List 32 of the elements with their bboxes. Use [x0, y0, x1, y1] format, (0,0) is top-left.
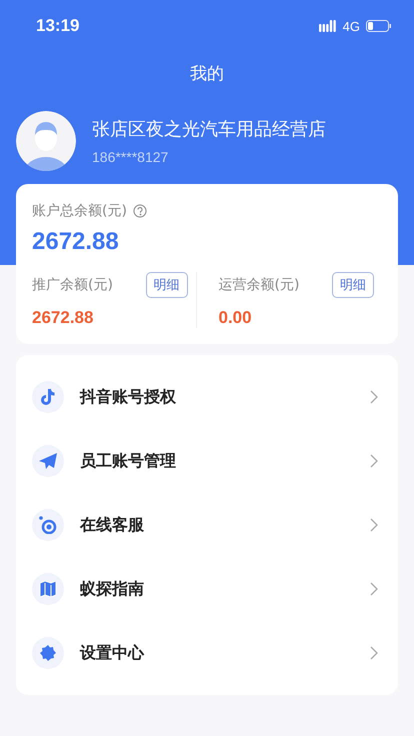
paper-plane-icon: [39, 453, 57, 469]
menu-item[interactable]: 抖音账号授权: [16, 365, 398, 429]
camera-eye-icon: [39, 516, 57, 534]
balance-label: 账户总余额(元): [32, 202, 127, 220]
menu-item[interactable]: 蚁探指南: [16, 557, 398, 621]
menu-item[interactable]: 员工账号管理: [16, 429, 398, 493]
help-icon[interactable]: [132, 204, 147, 218]
music-note-icon: [41, 389, 55, 405]
sub-balance-label: 运营余额(元): [218, 276, 300, 294]
phone-number: 186****8127: [92, 149, 170, 165]
chevron-right-icon: [370, 518, 378, 532]
menu-item[interactable]: 设置中心: [16, 621, 398, 685]
menu-item[interactable]: 在线客服: [16, 493, 398, 557]
sub-balance-amount: 0.00: [218, 308, 253, 328]
chevron-right-icon: [370, 646, 378, 660]
network-type: 4G: [342, 18, 360, 34]
page-title: 我的: [189, 63, 225, 86]
sub-balance-amount: 2672.88: [32, 308, 94, 328]
store-name: 张店区夜之光汽车用品经营店: [92, 118, 326, 141]
details-button[interactable]: 明细: [146, 272, 188, 298]
chevron-right-icon: [370, 454, 378, 468]
total-balance: 2672.88: [32, 228, 120, 256]
battery-icon: [366, 20, 392, 32]
signal-icon: [318, 20, 337, 32]
settings-icon: [40, 645, 56, 661]
details-button[interactable]: 明细: [332, 272, 374, 298]
chevron-right-icon: [370, 390, 378, 404]
sub-balance-label: 推广余额(元): [32, 276, 113, 294]
status-time: 13:19: [36, 16, 80, 36]
avatar: [16, 111, 76, 171]
chevron-right-icon: [370, 582, 378, 596]
map-icon: [40, 581, 56, 597]
